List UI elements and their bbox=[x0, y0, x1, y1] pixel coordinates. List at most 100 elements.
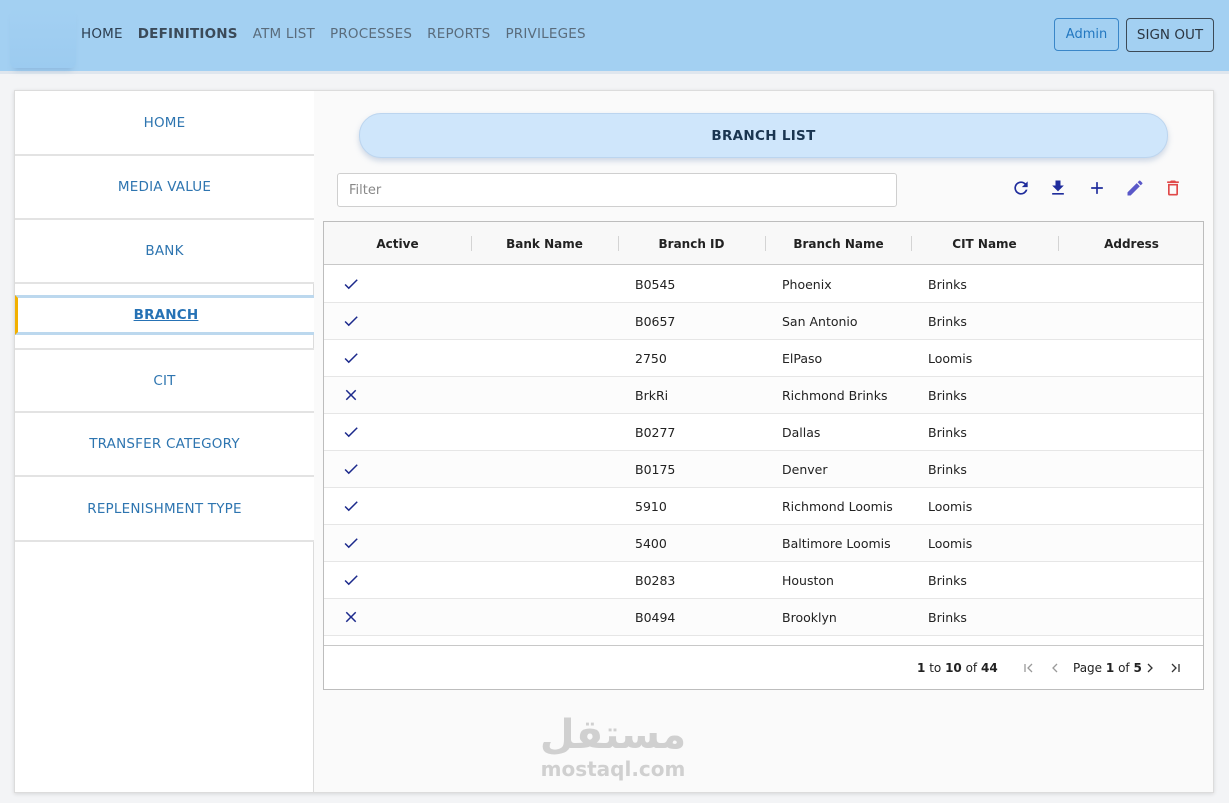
active-cell bbox=[342, 266, 360, 302]
close-icon bbox=[345, 611, 357, 623]
check-icon bbox=[344, 279, 358, 290]
branch-name-cell: Dallas bbox=[782, 424, 821, 440]
download-button[interactable] bbox=[1045, 175, 1071, 201]
active-cell bbox=[342, 562, 360, 598]
first-page-icon bbox=[1024, 663, 1033, 673]
total-pages: 5 bbox=[1133, 661, 1142, 675]
page-of: of bbox=[1118, 661, 1130, 675]
table-row[interactable]: B0277 Dallas Brinks bbox=[324, 414, 1203, 451]
nav-processes[interactable]: PROCESSES bbox=[330, 26, 412, 42]
sidebar-item-transfer-category[interactable]: TRANSFER CATEGORY bbox=[15, 413, 314, 477]
first-page-button[interactable] bbox=[1021, 659, 1037, 677]
page-title: BRANCH LIST bbox=[359, 113, 1168, 158]
table-row[interactable]: 5400 Baltimore Loomis Loomis bbox=[324, 525, 1203, 562]
cit-name-cell: Brinks bbox=[928, 609, 967, 625]
nav-definitions[interactable]: DEFINITIONS bbox=[138, 26, 238, 42]
add-button[interactable] bbox=[1084, 175, 1110, 201]
top-navbar: HOME DEFINITIONS ATM LIST PROCESSES REPO… bbox=[0, 0, 1229, 74]
table-row[interactable]: B0283 Houston Brinks bbox=[324, 562, 1203, 599]
active-cell bbox=[342, 525, 360, 561]
branch-id-cell: B0494 bbox=[635, 609, 676, 625]
active-cell bbox=[342, 340, 360, 376]
sidebar-item-cit[interactable]: CIT bbox=[15, 348, 314, 413]
refresh-button[interactable] bbox=[1008, 175, 1034, 201]
column-header-cit-name[interactable]: CIT Name bbox=[911, 222, 1058, 265]
range-start: 1 bbox=[917, 661, 926, 675]
range-to: to bbox=[929, 661, 942, 675]
table-row[interactable]: B0657 San Antonio Brinks bbox=[324, 303, 1203, 340]
sidebar-item-home[interactable]: HOME bbox=[15, 91, 314, 156]
last-page-button[interactable] bbox=[1167, 659, 1183, 677]
cit-name-cell: Brinks bbox=[928, 461, 967, 477]
cit-name-cell: Brinks bbox=[928, 313, 967, 329]
branch-id-cell: B0545 bbox=[635, 276, 676, 292]
cit-name-cell: Brinks bbox=[928, 387, 967, 403]
branch-name-cell: Houston bbox=[782, 572, 834, 588]
check-icon bbox=[344, 464, 358, 475]
previous-page-button[interactable] bbox=[1047, 659, 1063, 677]
check-icon bbox=[344, 316, 358, 327]
nav-home[interactable]: HOME bbox=[81, 26, 123, 42]
check-icon bbox=[344, 538, 358, 549]
table-row[interactable]: B0494 Brooklyn Brinks bbox=[324, 599, 1203, 636]
column-header-branch-id[interactable]: Branch ID bbox=[618, 222, 765, 265]
active-cell bbox=[342, 303, 360, 339]
chevron-right-icon bbox=[1147, 663, 1153, 673]
branch-id-cell: BrkRi bbox=[635, 387, 669, 403]
branch-id-cell: 5910 bbox=[635, 498, 667, 514]
cit-name-cell: Loomis bbox=[928, 535, 973, 551]
cit-name-cell: Loomis bbox=[928, 498, 973, 514]
content-card: HOME MEDIA VALUE BANK BRANCH CIT TRANSFE… bbox=[14, 90, 1214, 793]
branch-name-cell: Denver bbox=[782, 461, 828, 477]
sidebar: HOME MEDIA VALUE BANK BRANCH CIT TRANSFE… bbox=[15, 91, 314, 792]
column-header-active[interactable]: Active bbox=[324, 222, 471, 265]
nav-reports[interactable]: REPORTS bbox=[427, 26, 490, 42]
filter-input[interactable] bbox=[337, 173, 897, 207]
nav-privileges[interactable]: PRIVILEGES bbox=[505, 26, 585, 42]
edit-icon bbox=[1127, 180, 1143, 196]
next-page-button[interactable] bbox=[1142, 659, 1158, 677]
download-icon bbox=[1052, 180, 1064, 195]
current-page: 1 bbox=[1105, 661, 1115, 675]
branch-name-cell: Phoenix bbox=[782, 276, 832, 292]
column-header-address[interactable]: Address bbox=[1058, 222, 1205, 265]
table-row[interactable]: B0175 Denver Brinks bbox=[324, 451, 1203, 488]
sidebar-item-media-value[interactable]: MEDIA VALUE bbox=[15, 156, 314, 220]
refresh-icon bbox=[1014, 181, 1028, 195]
table-row[interactable]: BrkRi Richmond Brinks Brinks bbox=[324, 377, 1203, 414]
cit-name-cell: Brinks bbox=[928, 572, 967, 588]
sign-out-button[interactable]: SIGN OUT bbox=[1126, 18, 1214, 52]
cit-name-cell: Brinks bbox=[928, 424, 967, 440]
sidebar-item-bank[interactable]: BANK bbox=[15, 220, 314, 284]
active-cell bbox=[342, 488, 360, 524]
logo[interactable] bbox=[10, 8, 76, 68]
branch-name-cell: San Antonio bbox=[782, 313, 858, 329]
edit-button[interactable] bbox=[1122, 175, 1148, 201]
range-of: of bbox=[965, 661, 978, 675]
close-icon bbox=[345, 389, 357, 401]
table-row[interactable]: B0545 Phoenix Brinks bbox=[324, 266, 1203, 303]
nav-atm-list[interactable]: ATM LIST bbox=[253, 26, 315, 42]
branch-name-cell: Richmond Brinks bbox=[782, 387, 888, 403]
column-header-bank-name[interactable]: Bank Name bbox=[471, 222, 618, 265]
admin-button[interactable]: Admin bbox=[1054, 18, 1119, 51]
active-cell bbox=[342, 451, 360, 487]
delete-button[interactable] bbox=[1160, 175, 1186, 201]
sidebar-item-branch[interactable]: BRANCH bbox=[15, 295, 314, 335]
table-row[interactable]: 5910 Richmond Loomis Loomis bbox=[324, 488, 1203, 525]
column-header-branch-name[interactable]: Branch Name bbox=[765, 222, 912, 265]
page-indicator: Page 1 of 5 bbox=[1073, 646, 1142, 690]
sidebar-item-replenishment-type[interactable]: REPLENISHMENT TYPE bbox=[15, 477, 314, 542]
delete-icon bbox=[1167, 180, 1179, 196]
branch-id-cell: 2750 bbox=[635, 350, 667, 366]
branch-name-cell: Baltimore Loomis bbox=[782, 535, 891, 551]
grid-header: Active Bank Name Branch ID Branch Name C… bbox=[324, 222, 1203, 265]
watermark-arabic: مستقل bbox=[539, 712, 687, 758]
check-icon bbox=[344, 501, 358, 512]
watermark-latin: mostaql.com bbox=[540, 757, 686, 781]
table-row[interactable]: 2750 ElPaso Loomis bbox=[324, 340, 1203, 377]
grid-pagination: 1 to 10 of 44 Page 1 of 5 bbox=[324, 645, 1203, 689]
active-cell bbox=[342, 599, 360, 635]
row-range: 1 to 10 of 44 bbox=[917, 646, 998, 690]
branch-id-cell: 5400 bbox=[635, 535, 667, 551]
